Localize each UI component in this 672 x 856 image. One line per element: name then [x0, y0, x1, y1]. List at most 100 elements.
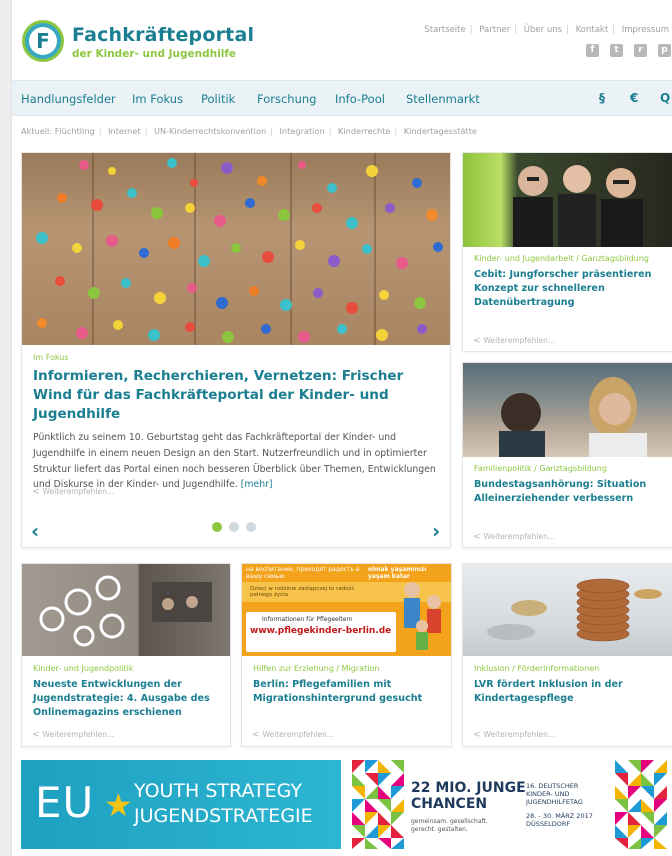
share-label: Weiterempfehlen...: [42, 730, 114, 739]
card-body: Inklusion / Förderinformationen LVR förd…: [474, 664, 664, 706]
topic-bar: Aktuell: Flüchtling | Internet | UN-Kinder…: [21, 126, 477, 136]
more-link[interactable]: [mehr]: [241, 479, 273, 490]
jugendhilfetag-headline-1: 22 MIO. JUNGE: [411, 780, 526, 796]
hero-teaser: Pünktlich zu seinem 10. Geburtstag geht …: [33, 432, 436, 491]
topic-link[interactable]: Internet: [108, 126, 141, 136]
news-card: Inklusion / Förderinformationen LVR förd…: [462, 563, 672, 747]
share-link[interactable]: < Weiterempfehlen...: [32, 730, 114, 740]
card-image[interactable]: [463, 363, 672, 457]
card-category[interactable]: Kinder- und Jugendarbeit / Ganztagsbildu…: [474, 254, 664, 263]
share-label: Weiterempfehlen...: [483, 532, 555, 541]
image-caption-url: www.pflegekinder-berlin.de: [250, 626, 392, 636]
nav-item-stellenmarkt[interactable]: Stellenmarkt: [406, 92, 480, 106]
card-title[interactable]: Neueste Entwicklungen der Jugendstrategi…: [33, 678, 223, 720]
print-icon[interactable]: p: [658, 44, 671, 57]
card-body: Kinder- und Jugendpolitik Neueste Entwic…: [33, 664, 223, 720]
util-link-partner[interactable]: Partner: [479, 25, 510, 35]
news-card: на воспитание, приходят радость в вашу с…: [241, 563, 452, 747]
slider-dot[interactable]: [229, 522, 239, 532]
jugendhilfetag-event-3: JUGENDHILFETAG: [526, 798, 583, 806]
topic-link[interactable]: Flüchtling: [55, 126, 95, 136]
share-link[interactable]: < Weiterempfehlen...: [473, 730, 555, 740]
card-category[interactable]: Kinder- und Jugendpolitik: [33, 664, 223, 673]
card-category[interactable]: Familienpolitik / Ganztagsbildung: [474, 464, 664, 473]
card-title[interactable]: Berlin: Pflegefamilien mit Migrationshin…: [253, 678, 443, 706]
share-link[interactable]: < Weiterempfehlen...: [473, 336, 555, 346]
prev-arrow-icon[interactable]: ‹: [31, 519, 39, 543]
hero-body: Im Fokus Informieren, Recherchieren, Ver…: [33, 353, 443, 493]
slider-dot[interactable]: [212, 522, 222, 532]
share-icon: <: [32, 487, 40, 497]
paragraph-icon[interactable]: §: [599, 91, 605, 105]
news-card: Kinder- und Jugendpolitik Neueste Entwic…: [21, 563, 231, 747]
topic-link[interactable]: Integration: [280, 126, 325, 136]
card-body: Kinder- und Jugendarbeit / Ganztagsbildu…: [474, 254, 664, 310]
image-caption-top: на воспитание, приходят радость в вашу с…: [246, 566, 360, 580]
confetti-image[interactable]: [22, 153, 450, 345]
rss-icon[interactable]: r: [634, 44, 647, 57]
util-link-impressum[interactable]: Impressum: [622, 25, 669, 35]
hero-category[interactable]: Im Fokus: [33, 353, 443, 362]
euro-icon[interactable]: €: [630, 91, 638, 105]
topic-link[interactable]: UN-Kinderrechtskonvention: [154, 126, 266, 136]
image-caption-info: Informationen für Pflegeeltern: [262, 616, 353, 623]
util-link-kontakt[interactable]: Kontakt: [576, 25, 609, 35]
twitter-icon[interactable]: t: [610, 44, 623, 57]
share-icon: <: [473, 532, 481, 542]
eu-letters: EU: [35, 778, 95, 827]
util-link-ueber-uns[interactable]: Über uns: [524, 25, 562, 35]
share-label: Weiterempfehlen...: [483, 336, 555, 345]
pattern-right-icon: [615, 760, 667, 849]
card-category[interactable]: Hilfen zur Erziehung / Migration: [253, 664, 443, 673]
nav-item-politik[interactable]: Politik: [201, 92, 235, 106]
share-label: Weiterempfehlen...: [262, 730, 334, 739]
card-image[interactable]: на воспитание, приходят радость в вашу с…: [242, 564, 451, 656]
card-title[interactable]: LVR fördert Inklusion in der Kindertages…: [474, 678, 664, 706]
hero-card: Im Fokus Informieren, Recherchieren, Ver…: [21, 152, 451, 548]
news-card: Familienpolitik / Ganztagsbildung Bundes…: [462, 362, 672, 548]
share-label: Weiterempfehlen...: [483, 730, 555, 739]
eu-youth-strategy-banner[interactable]: EU ★ YOUTH STRATEGY JUGENDSTRATEGIE: [21, 760, 341, 849]
hero-text: Pünktlich zu seinem 10. Geburtstag geht …: [33, 430, 443, 493]
hero-title[interactable]: Informieren, Recherchieren, Vernetzen: F…: [33, 367, 443, 424]
logo-icon[interactable]: F: [22, 20, 64, 62]
share-link[interactable]: < Weiterempfehlen...: [252, 730, 334, 740]
slider-dot[interactable]: [246, 522, 256, 532]
card-image[interactable]: [22, 564, 230, 656]
share-link[interactable]: < Weiterempfehlen...: [473, 532, 555, 542]
share-icon: <: [473, 730, 481, 740]
star-icon: ★: [104, 786, 133, 824]
card-image[interactable]: [463, 153, 672, 247]
nav-item-forschung[interactable]: Forschung: [257, 92, 316, 106]
util-link-startseite[interactable]: Startseite: [424, 25, 465, 35]
share-icon: <: [473, 336, 481, 346]
share-icon: <: [32, 730, 40, 740]
search-icon[interactable]: Q: [660, 91, 670, 105]
share-link[interactable]: < Weiterempfehlen...: [32, 487, 114, 497]
jugendhilfetag-tagline-1: gemeinsam. gesellschaft.: [411, 818, 488, 825]
eu-line-2: JUGENDSTRATEGIE: [134, 805, 313, 827]
logo-letter: F: [29, 27, 57, 55]
next-arrow-icon[interactable]: ›: [432, 519, 440, 543]
topic-link[interactable]: Kinderrechte: [338, 126, 390, 136]
news-card: Kinder- und Jugendarbeit / Ganztagsbildu…: [462, 152, 672, 352]
card-title[interactable]: Cebit: Jungforscher präsentieren Konzept…: [474, 268, 664, 310]
facebook-icon[interactable]: f: [586, 44, 599, 57]
jugendhilfetag-headline-2: CHANCEN: [411, 796, 488, 812]
nav-item-info-pool[interactable]: Info-Pool: [335, 92, 385, 106]
card-category[interactable]: Inklusion / Förderinformationen: [474, 664, 664, 673]
nav-item-handlungsfelder[interactable]: Handlungsfelder: [21, 92, 116, 106]
brand-title[interactable]: Fachkräfteportal: [72, 24, 254, 46]
jugendhilfetag-date: 28. - 30. MÄRZ 2017: [526, 812, 593, 820]
eu-line-1: YOUTH STRATEGY: [134, 780, 302, 802]
topic-label: Aktuell:: [21, 126, 53, 136]
card-title[interactable]: Bundestagsanhörung: Situation Alleinerzi…: [474, 478, 664, 506]
card-body: Familienpolitik / Ganztagsbildung Bundes…: [474, 464, 664, 506]
card-body: Hilfen zur Erziehung / Migration Berlin:…: [253, 664, 443, 706]
nav-item-im-fokus[interactable]: Im Fokus: [132, 92, 183, 106]
jugendhilfetag-banner[interactable]: 22 MIO. JUNGE CHANCEN gemeinsam. gesells…: [352, 760, 672, 849]
site-header: F Fachkräfteportal der Kinder- und Jugen…: [12, 0, 672, 80]
image-caption-stripe: Dzieci w rodzinie zastępczej to radość p…: [250, 586, 355, 598]
topic-link[interactable]: Kindertagesstätte: [404, 126, 477, 136]
card-image[interactable]: [463, 564, 672, 656]
